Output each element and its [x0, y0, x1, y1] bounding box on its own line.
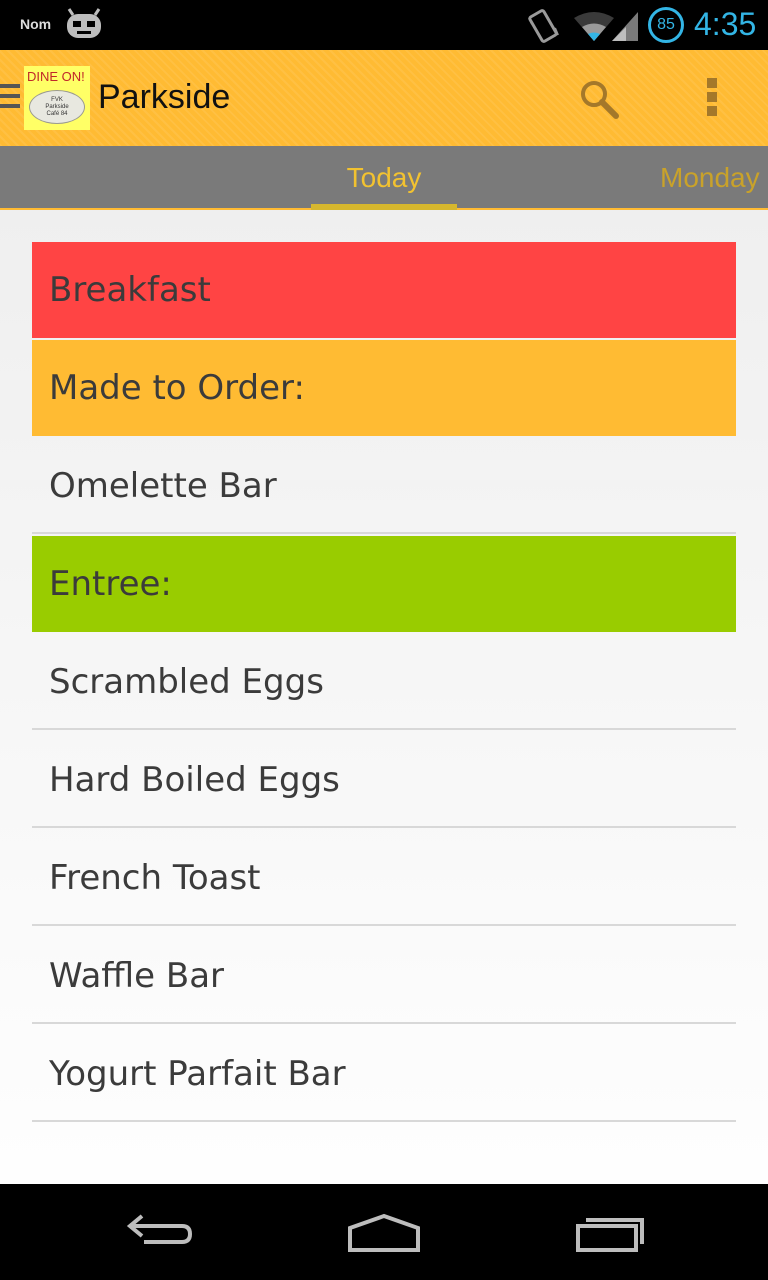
day-tabs: Today Monday	[0, 146, 768, 210]
list-item[interactable]: French Toast	[32, 830, 736, 926]
recent-apps-icon[interactable]	[574, 1204, 650, 1264]
back-icon[interactable]	[124, 1204, 196, 1264]
status-bar: Nom 85 4:35	[0, 0, 768, 50]
logo-plate: FVK Parkside Café 84	[29, 90, 85, 124]
category-header-entree: Entree:	[32, 536, 736, 632]
logo-banner: DINE ON!	[27, 69, 85, 84]
status-app-label: Nom	[20, 16, 52, 32]
battery-icon: 85	[648, 7, 684, 43]
category-header-label: Made to Order:	[49, 368, 305, 408]
status-time: 4:35	[694, 6, 757, 42]
list-item[interactable]: Scrambled Eggs	[32, 634, 736, 730]
meal-header-breakfast: Breakfast	[32, 242, 736, 338]
category-header-label: Entree:	[49, 564, 172, 604]
app-logo[interactable]: DINE ON! FVK Parkside Café 84	[24, 66, 90, 130]
list-item-label: Omelette Bar	[49, 466, 277, 506]
list-item[interactable]: Waffle Bar	[32, 928, 736, 1024]
overflow-menu-icon[interactable]	[700, 78, 724, 118]
tab-today[interactable]: Today	[311, 146, 457, 210]
vibrate-icon	[526, 8, 560, 48]
list-item-label: Scrambled Eggs	[49, 662, 324, 702]
list-item[interactable]: Yogurt Parfait Bar	[32, 1026, 736, 1122]
list-item-label: Waffle Bar	[49, 956, 225, 996]
list-item-label: Yogurt Parfait Bar	[49, 1054, 346, 1094]
list-item[interactable]: Hard Boiled Eggs	[32, 732, 736, 828]
cyanogen-notification-icon	[66, 8, 102, 44]
action-bar: DINE ON! FVK Parkside Café 84 Parkside	[0, 50, 768, 146]
search-icon[interactable]	[578, 78, 620, 124]
list-item-label: Hard Boiled Eggs	[49, 760, 340, 800]
meal-header-label: Breakfast	[49, 270, 211, 310]
category-header-made-to-order: Made to Order:	[32, 340, 736, 436]
tab-monday[interactable]: Monday	[660, 146, 768, 208]
drawer-toggle-icon[interactable]	[0, 84, 20, 114]
logo-plate-text: FVK Parkside Café 84	[45, 97, 69, 117]
navigation-bar	[0, 1184, 768, 1280]
page-title: Parkside	[98, 78, 231, 116]
list-item[interactable]: Omelette Bar	[32, 438, 736, 534]
list-item-label: French Toast	[49, 858, 261, 898]
wifi-icon	[572, 10, 642, 46]
menu-list: Breakfast Made to Order: Omelette Bar En…	[0, 210, 768, 1184]
home-icon[interactable]	[346, 1204, 422, 1264]
